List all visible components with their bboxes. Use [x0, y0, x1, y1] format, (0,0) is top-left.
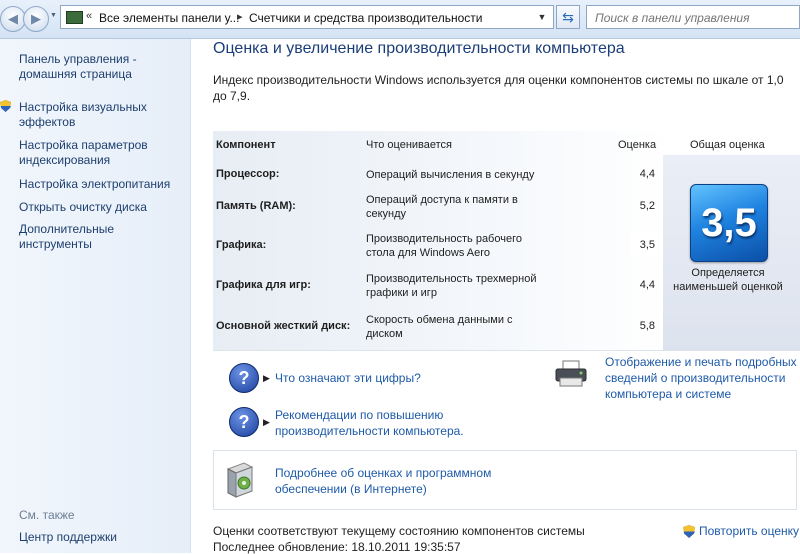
print-details-link[interactable]: Отображение и печать подробных сведений …: [605, 354, 800, 402]
row-label-graphics: Графика:: [216, 239, 267, 251]
what-numbers-mean-link[interactable]: Что означают эти цифры?: [275, 370, 421, 386]
navigation-bar: ◀ ▶ ▼ « Все элементы панели у... ▸ Счетч…: [0, 0, 800, 39]
sidebar-item-visual-effects[interactable]: Настройка визуальных эффектов: [19, 100, 184, 130]
see-also-heading: См. также: [19, 508, 75, 522]
row-score-memory: 5,2: [639, 200, 655, 212]
recent-pages-chevron-icon[interactable]: ▼: [50, 12, 57, 19]
base-score-badge: 3,5: [690, 184, 768, 262]
sidebar-item-advanced-tools[interactable]: Дополнительные инструменты: [19, 222, 184, 252]
search-input[interactable]: [593, 7, 797, 29]
base-score-caption: Определяется наименьшей оценкой: [673, 267, 783, 293]
shield-icon: [0, 100, 11, 112]
software-box-icon[interactable]: [224, 461, 256, 499]
row-desc-gaming-graphics: Производительность трехмерной графики и …: [366, 273, 537, 299]
forward-button[interactable]: ▶: [23, 6, 49, 32]
intro-text: Индекс производительности Windows исполь…: [213, 73, 784, 103]
breadcrumb-separator-icon[interactable]: ▸: [237, 10, 243, 23]
arrow-right-icon: ▶: [263, 373, 270, 383]
row-score-graphics: 3,5: [639, 239, 655, 251]
row-desc-processor: Операций вычисления в секунду: [366, 169, 535, 181]
address-bar[interactable]: « Все элементы панели у... ▸ Счетчики и …: [60, 5, 554, 29]
row-label-processor: Процессор:: [216, 168, 280, 180]
overall-score-panel: 3,5 Определяется наименьшей оценкой: [663, 155, 800, 350]
arrow-right-icon: ▶: [263, 417, 270, 427]
last-update-text: Последнее обновление: 18.10.2011 19:35:5…: [213, 540, 461, 554]
row-score-hard-disk: 5,8: [639, 320, 655, 332]
row-score-processor: 4,4: [639, 168, 655, 180]
sidebar: Панель управления - домашняя страница На…: [0, 39, 191, 553]
row-label-gaming-graphics: Графика для игр:: [216, 279, 311, 291]
help-question-icon[interactable]: ?: [229, 363, 259, 393]
column-header-overall: Общая оценка: [690, 139, 765, 151]
sidebar-item-power[interactable]: Настройка электропитания: [19, 177, 184, 192]
online-info-link[interactable]: Подробнее об оценках и программном обесп…: [275, 465, 515, 497]
row-label-hard-disk: Основной жесткий диск:: [216, 320, 351, 332]
breadcrumb-all-items[interactable]: Все элементы панели у...: [99, 11, 239, 25]
column-header-rated: Что оценивается: [366, 139, 453, 151]
sidebar-item-home[interactable]: Панель управления - домашняя страница: [19, 52, 184, 82]
sidebar-item-disk-cleanup[interactable]: Открыть очистку диска: [19, 200, 184, 215]
performance-tips-link[interactable]: Рекомендации по повышению производительн…: [275, 407, 475, 439]
breadcrumb-current[interactable]: Счетчики и средства производительности: [249, 11, 482, 25]
row-desc-graphics: Производительность рабочего стола для Wi…: [366, 233, 522, 259]
breadcrumb-separator-icon[interactable]: «: [86, 10, 92, 22]
score-table: Компонент Что оценивается Оценка Общая о…: [213, 131, 800, 351]
page-title: Оценка и увеличение производительности к…: [213, 40, 625, 57]
shield-icon: [683, 525, 695, 538]
address-dropdown-chevron-icon[interactable]: ▼: [533, 8, 551, 26]
row-desc-memory: Операций доступа к памяти в секунду: [366, 194, 518, 220]
column-header-component: Компонент: [216, 139, 276, 151]
column-header-score: Оценка: [618, 139, 657, 151]
refresh-button[interactable]: ⇆: [556, 5, 580, 29]
help-question-icon[interactable]: ?: [229, 407, 259, 437]
status-text: Оценки соответствуют текущему состоянию …: [213, 524, 585, 538]
main-content: Оценка и увеличение производительности к…: [191, 39, 800, 554]
row-score-gaming-graphics: 4,4: [639, 279, 655, 291]
online-info-box: Подробнее об оценках и программном обесп…: [213, 450, 797, 510]
search-box[interactable]: [586, 5, 800, 29]
sidebar-item-indexing[interactable]: Настройка параметров индексирования: [19, 138, 184, 168]
row-label-memory: Память (RAM):: [216, 200, 296, 212]
printer-icon[interactable]: [554, 360, 588, 388]
rerun-assessment-link[interactable]: Повторить оценку: [699, 524, 799, 538]
sidebar-item-action-center[interactable]: Центр поддержки: [19, 530, 184, 545]
row-desc-hard-disk: Скорость обмена данными с диском: [366, 314, 513, 340]
control-panel-icon: [66, 11, 83, 24]
refresh-icon: ⇆: [562, 9, 574, 25]
